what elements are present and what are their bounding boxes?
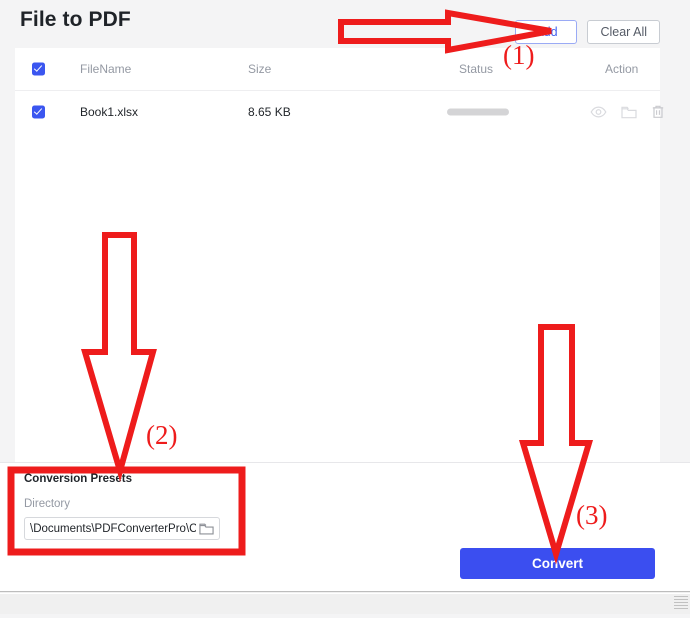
clear-all-button[interactable]: Clear All — [587, 20, 660, 44]
directory-input[interactable] — [30, 522, 196, 535]
column-header-action[interactable]: Action — [605, 62, 685, 76]
trash-icon[interactable] — [651, 105, 665, 120]
column-header-size[interactable]: Size — [248, 62, 271, 76]
directory-label: Directory — [24, 498, 71, 510]
cell-action — [590, 105, 670, 120]
cell-status — [445, 108, 565, 116]
table-header-row: FileName Size Status Action — [15, 48, 660, 91]
file-list-card: FileName Size Status Action Book1.xlsx 8… — [15, 48, 664, 462]
folder-icon[interactable] — [621, 105, 637, 119]
checkbox-glyph — [32, 105, 45, 119]
eye-icon[interactable] — [590, 106, 607, 119]
add-button[interactable]: Add — [515, 20, 578, 44]
convert-button[interactable]: Convert — [460, 548, 655, 579]
application-window: File to PDF Add Clear All FileName Size … — [0, 0, 690, 591]
conversion-presets-section: Conversion Presets Directory — [24, 473, 239, 540]
cell-size: 8.65 KB — [248, 105, 291, 119]
table-row[interactable]: Book1.xlsx 8.65 KB — [15, 91, 664, 133]
row-select-checkbox[interactable] — [32, 105, 45, 119]
column-header-status[interactable]: Status — [459, 62, 579, 76]
column-header-filename[interactable]: FileName — [80, 62, 131, 76]
header-actions: Add Clear All — [515, 20, 660, 44]
window-bottom-chrome — [0, 591, 690, 614]
conversion-presets-title: Conversion Presets — [24, 473, 133, 485]
checkbox-glyph — [32, 62, 45, 76]
select-all-checkbox[interactable] — [32, 62, 45, 76]
status-progress-bar — [447, 108, 509, 116]
folder-icon[interactable] — [199, 522, 214, 536]
resize-grip[interactable] — [674, 596, 688, 610]
page-title: File to PDF — [20, 8, 131, 31]
cell-filename: Book1.xlsx — [80, 105, 139, 119]
directory-field[interactable] — [24, 517, 220, 540]
header-bar: File to PDF Add Clear All — [0, 0, 690, 48]
bottom-panel: Conversion Presets Directory Convert — [0, 463, 690, 591]
